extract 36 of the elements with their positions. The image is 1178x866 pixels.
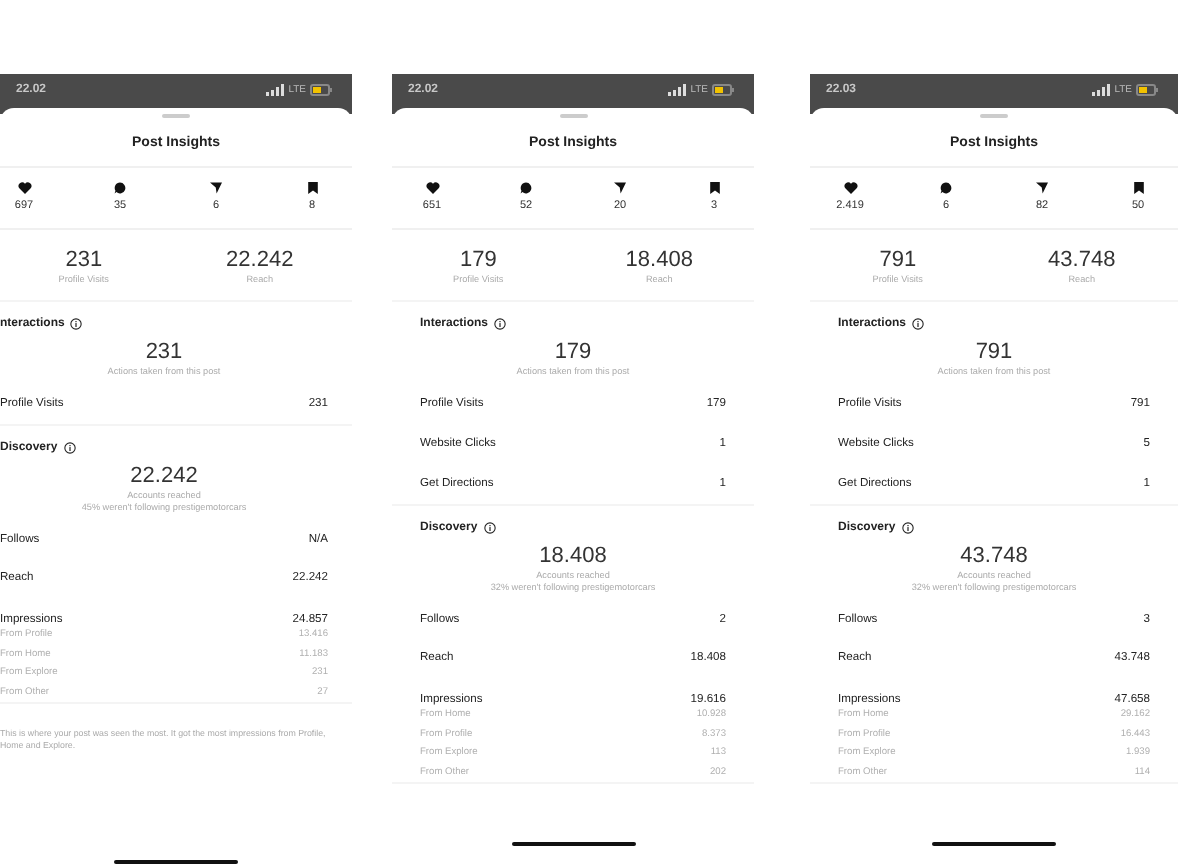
metric-value: 18.408 xyxy=(625,248,693,272)
comment-icon xyxy=(940,182,952,194)
comment-icon xyxy=(520,182,532,194)
bookmark-icon xyxy=(307,182,317,194)
total-value: 18.408 xyxy=(539,544,607,568)
total-value: 791 xyxy=(975,340,1013,364)
metric-value: 231 xyxy=(65,248,103,272)
comment-icon xyxy=(114,182,126,194)
heart-icon xyxy=(843,182,857,194)
bookmark-icon xyxy=(709,182,719,194)
signal-icon xyxy=(1092,84,1111,96)
info-icon[interactable] xyxy=(63,442,76,454)
info-icon[interactable] xyxy=(912,318,925,330)
metric-value: 791 xyxy=(879,248,917,272)
total-value: 179 xyxy=(554,340,592,364)
metric-value: 43.748 xyxy=(1048,248,1116,272)
total-value: 231 xyxy=(145,340,183,364)
bookmark-icon xyxy=(1133,182,1143,194)
info-icon[interactable] xyxy=(70,318,83,330)
battery-icon xyxy=(310,84,332,96)
metric-value: 22.242 xyxy=(226,248,294,272)
battery-icon xyxy=(1136,84,1158,96)
info-icon[interactable] xyxy=(494,318,507,330)
signal-icon xyxy=(266,84,285,96)
info-icon[interactable] xyxy=(483,522,496,534)
sheet-handle[interactable] xyxy=(559,114,587,118)
total-value: 22.242 xyxy=(130,464,198,488)
heart-icon xyxy=(17,182,31,194)
signal-icon xyxy=(668,84,687,96)
sheet-handle[interactable] xyxy=(980,114,1008,118)
total-value: 43.748 xyxy=(960,544,1028,568)
metric-value: 179 xyxy=(459,248,497,272)
info-icon[interactable] xyxy=(901,522,914,534)
heart-icon xyxy=(425,182,439,194)
sheet-handle[interactable] xyxy=(162,114,190,118)
battery-icon xyxy=(712,84,734,96)
